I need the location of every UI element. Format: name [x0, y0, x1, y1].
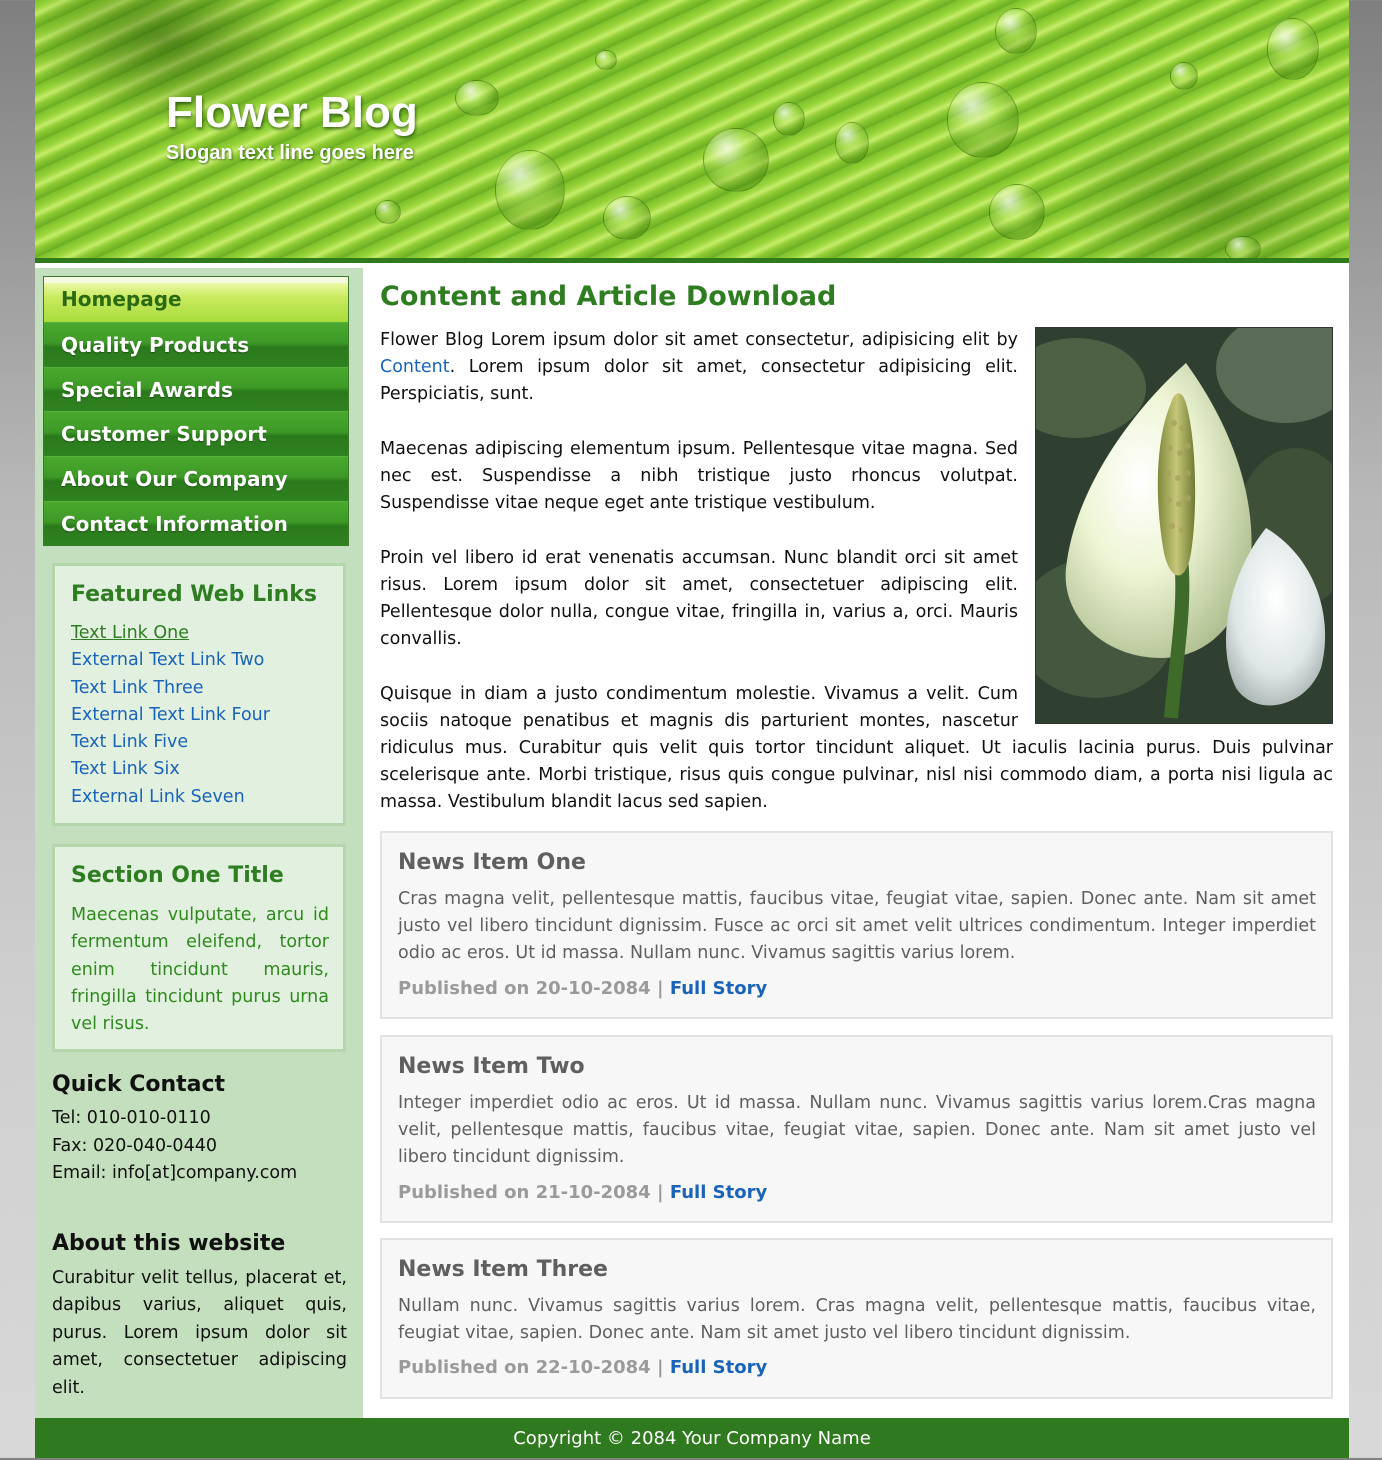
- news-meta: Published on 20-10-2084 | Full Story: [398, 978, 768, 999]
- list-item: External Text Link Four: [71, 702, 270, 729]
- nav-item-quality-products[interactable]: Quality Products: [44, 321, 348, 367]
- water-drop-decoration: [995, 8, 1037, 54]
- list-item: Text Link Five: [71, 729, 270, 756]
- header-banner: Flower Blog Slogan text line goes here: [35, 0, 1349, 263]
- list-item: External Link Seven: [71, 784, 270, 811]
- page-title: Content and Article Download: [380, 281, 837, 312]
- news-body: Integer imperdiet odio ac eros. Ut id ma…: [398, 1093, 1316, 1168]
- news-meta: Published on 21-10-2084 | Full Story: [398, 1182, 768, 1203]
- water-drop-decoration: [989, 184, 1045, 240]
- featured-links-list: Text Link One External Text Link Two Tex…: [71, 620, 270, 811]
- water-drop-decoration: [1267, 18, 1319, 80]
- news-date: Published on 20-10-2084: [398, 978, 651, 999]
- full-story-link[interactable]: Full Story: [670, 1357, 767, 1378]
- water-drop-decoration: [455, 80, 499, 116]
- nav-item-special-awards[interactable]: Special Awards: [44, 366, 348, 412]
- section-one-text: Maecenas vulputate, arcu id fermentum el…: [71, 905, 329, 1035]
- featured-link[interactable]: Text Link Three: [71, 678, 203, 698]
- featured-link[interactable]: External Text Link Four: [71, 705, 270, 725]
- main-navigation: Homepage Quality Products Special Awards…: [43, 276, 349, 546]
- news-item: News Item Three Nullam nunc. Vivamus sag…: [380, 1238, 1333, 1399]
- footer: Copyright © 2084 Your Company Name: [35, 1418, 1349, 1458]
- water-drop-decoration: [1170, 62, 1198, 90]
- news-date: Published on 22-10-2084: [398, 1357, 651, 1378]
- water-drop-decoration: [603, 196, 651, 240]
- peace-lily-photo: [1035, 327, 1333, 724]
- news-date: Published on 21-10-2084: [398, 1182, 651, 1203]
- featured-link[interactable]: Text Link Six: [71, 759, 180, 779]
- copyright-text: Copyright © 2084 Your Company Name: [513, 1428, 871, 1449]
- site-title: Flower Blog: [166, 88, 418, 137]
- contact-fax: Fax: 020-040-0440: [52, 1135, 217, 1156]
- water-drop-decoration: [835, 122, 869, 164]
- water-drop-decoration: [595, 50, 617, 70]
- nav-item-customer-support[interactable]: Customer Support: [44, 411, 348, 457]
- water-drop-decoration: [773, 102, 805, 136]
- quick-contact-details: Tel: 010-010-0110 Fax: 020-040-0440 Emai…: [52, 1105, 297, 1188]
- news-title: News Item Two: [398, 1054, 585, 1079]
- water-drop-decoration: [375, 200, 401, 224]
- contact-email: Email: info[at]company.com: [52, 1163, 298, 1183]
- featured-links-box: Featured Web Links Text Link One Externa…: [52, 563, 346, 826]
- news-meta: Published on 22-10-2084 | Full Story: [398, 1357, 768, 1378]
- news-item: News Item Two Integer imperdiet odio ac …: [380, 1035, 1333, 1223]
- quick-contact-title: Quick Contact: [52, 1072, 226, 1097]
- news-title: News Item Three: [398, 1257, 608, 1282]
- site-slogan: Slogan text line goes here: [166, 142, 414, 164]
- list-item: Text Link Three: [71, 675, 270, 702]
- full-story-link[interactable]: Full Story: [670, 1182, 767, 1203]
- nav-item-homepage[interactable]: Homepage: [44, 277, 348, 322]
- list-item: Text Link One: [71, 620, 270, 647]
- news-body: Cras magna velit, pellentesque mattis, f…: [398, 889, 1316, 964]
- news-body: Nullam nunc. Vivamus sagittis varius lor…: [398, 1296, 1316, 1344]
- page: Flower Blog Slogan text line goes here H…: [35, 0, 1349, 1458]
- featured-link[interactable]: Text Link Five: [71, 732, 188, 752]
- main-content: Content and Article Download Flower Blog…: [380, 268, 1334, 1418]
- about-website-text: Curabitur velit tellus, placerat et, dap…: [52, 1268, 347, 1398]
- content-link[interactable]: Content: [380, 357, 450, 377]
- water-drop-decoration: [947, 82, 1019, 158]
- water-drop-decoration: [495, 150, 565, 230]
- water-drop-decoration: [1225, 236, 1261, 258]
- nav-item-about-our-company[interactable]: About Our Company: [44, 456, 348, 501]
- full-story-link[interactable]: Full Story: [670, 978, 767, 999]
- sidebar: Homepage Quality Products Special Awards…: [35, 268, 363, 1418]
- news-item: News Item One Cras magna velit, pellente…: [380, 831, 1333, 1019]
- section-one-title: Section One Title: [71, 863, 284, 888]
- contact-tel: Tel: 010-010-0110: [52, 1108, 211, 1128]
- list-item: External Text Link Two: [71, 647, 270, 674]
- featured-link[interactable]: External Link Seven: [71, 787, 245, 807]
- about-website-title: About this website: [52, 1231, 286, 1256]
- nav-item-contact-information[interactable]: Contact Information: [44, 500, 348, 546]
- water-drop-decoration: [703, 128, 769, 192]
- featured-link[interactable]: Text Link One: [71, 623, 189, 643]
- news-title: News Item One: [398, 850, 586, 875]
- list-item: Text Link Six: [71, 756, 270, 783]
- featured-links-title: Featured Web Links: [71, 582, 318, 607]
- section-one-box: Section One Title Maecenas vulputate, ar…: [52, 844, 346, 1052]
- featured-link[interactable]: External Text Link Two: [71, 650, 264, 670]
